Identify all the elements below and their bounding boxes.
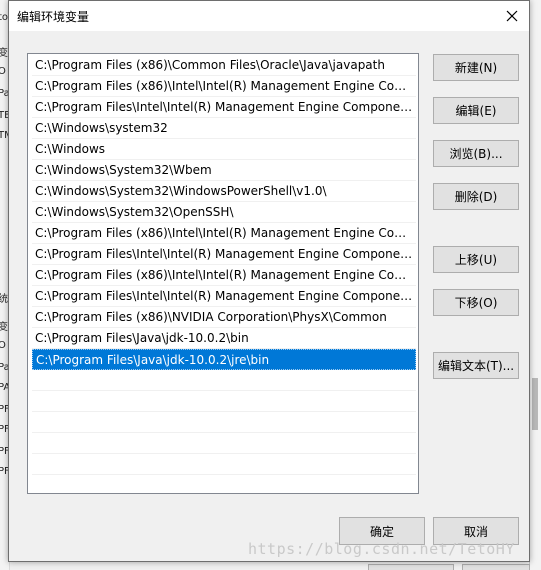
path-list-item[interactable]: C:\Program Files (x86)\Intel\Intel(R) Ma… xyxy=(32,76,416,97)
background-text-fragment: to xyxy=(0,12,9,23)
cancel-button[interactable]: 取消 xyxy=(433,517,519,545)
background-button xyxy=(368,564,454,570)
background-scrollbar-thumb xyxy=(532,378,538,430)
screen: to变OPaTETM统变OPaPAPFPFPFPF 编辑环境变量 C:\Prog… xyxy=(0,0,541,570)
delete-button[interactable]: 删除(D) xyxy=(433,183,519,210)
background-button xyxy=(462,564,530,570)
path-list-item[interactable]: C:\Program Files\Java\jdk-10.0.2\jre\bin xyxy=(32,349,416,370)
background-window-right xyxy=(529,0,541,570)
ok-button[interactable]: 确定 xyxy=(339,517,425,545)
new-button[interactable]: 新建(N) xyxy=(433,54,519,81)
path-list-empty-row[interactable] xyxy=(32,454,416,475)
path-list-item[interactable]: C:\Windows xyxy=(32,139,416,160)
path-list-empty-row[interactable] xyxy=(32,370,416,391)
background-text-fragment: 统 xyxy=(0,294,8,305)
path-list-item[interactable]: C:\Program Files\Intel\Intel(R) Manageme… xyxy=(32,244,416,265)
path-list-item[interactable]: C:\Windows\System32\WindowsPowerShell\v1… xyxy=(32,181,416,202)
move-up-button[interactable]: 上移(U) xyxy=(433,246,519,273)
path-list-item[interactable]: C:\Program Files (x86)\Intel\Intel(R) Ma… xyxy=(32,265,416,286)
path-list-empty-row[interactable] xyxy=(32,412,416,433)
close-button[interactable] xyxy=(495,1,529,31)
path-list-empty-row[interactable] xyxy=(32,433,416,454)
background-text-fragment: 变 xyxy=(0,48,8,59)
title-bar[interactable]: 编辑环境变量 xyxy=(9,1,529,31)
path-list-item[interactable]: C:\Program Files\Java\jdk-10.0.2\bin xyxy=(32,328,416,349)
path-list-item[interactable]: C:\Program Files (x86)\NVIDIA Corporatio… xyxy=(32,307,416,328)
path-list-item[interactable]: C:\Program Files (x86)\Common Files\Orac… xyxy=(32,55,416,76)
move-down-button[interactable]: 下移(O) xyxy=(433,289,519,316)
path-list[interactable]: C:\Program Files (x86)\Common Files\Orac… xyxy=(27,53,419,494)
path-list-item[interactable]: C:\Windows\System32\OpenSSH\ xyxy=(32,202,416,223)
path-list-empty-row[interactable] xyxy=(32,391,416,412)
background-text-fragment: 变 xyxy=(0,322,8,333)
path-list-item[interactable]: C:\Windows\System32\Wbem xyxy=(32,160,416,181)
path-list-item[interactable]: C:\Program Files\Intel\Intel(R) Manageme… xyxy=(32,286,416,307)
path-list-item[interactable]: C:\Windows\system32 xyxy=(32,118,416,139)
edit-text-button[interactable]: 编辑文本(T)... xyxy=(433,352,519,379)
close-icon xyxy=(506,10,518,22)
path-list-item[interactable]: C:\Program Files (x86)\Intel\Intel(R) Ma… xyxy=(32,223,416,244)
browse-button[interactable]: 浏览(B)... xyxy=(433,140,519,167)
path-list-item[interactable]: C:\Program Files\Intel\Intel(R) Manageme… xyxy=(32,97,416,118)
edit-env-variable-dialog: 编辑环境变量 C:\Program Files (x86)\Common Fil… xyxy=(8,0,530,562)
background-text-fragment: O xyxy=(0,66,6,77)
dialog-title: 编辑环境变量 xyxy=(17,10,90,24)
background-text-fragment: O xyxy=(0,340,6,351)
edit-button[interactable]: 编辑(E) xyxy=(433,97,519,124)
